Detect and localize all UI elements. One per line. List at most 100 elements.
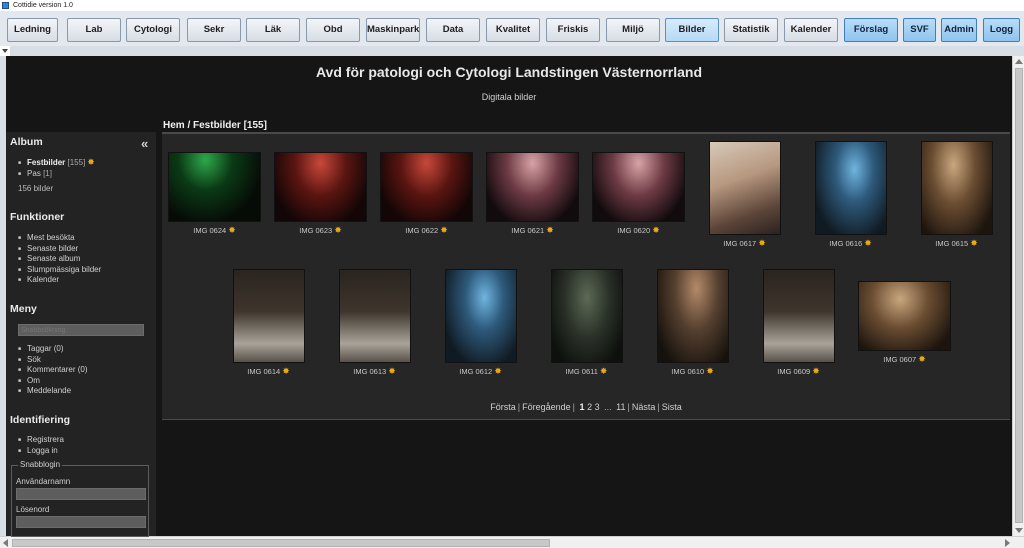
register-link[interactable]: Registrera <box>18 435 64 446</box>
nav-button-läk[interactable]: Läk <box>246 18 300 42</box>
breadcrumb[interactable]: Hem / Festbilder [155] <box>163 120 267 131</box>
menu-item[interactable]: Meddelande <box>18 386 88 397</box>
photo-caption[interactable]: IMG 0615 ✸ <box>921 238 993 249</box>
photo-caption[interactable]: IMG 0616 ✸ <box>815 238 887 249</box>
nav-button-logg[interactable]: Logg <box>983 18 1020 42</box>
photo-image[interactable] <box>592 152 685 222</box>
photo-image[interactable] <box>814 141 887 235</box>
pager-page-last[interactable]: 11 <box>616 402 625 412</box>
nav-button-friskis[interactable]: Friskis <box>546 18 600 42</box>
nav-button-kalender[interactable]: Kalender <box>784 18 838 42</box>
photo-thumbnail[interactable]: IMG 0613 ✸ <box>338 269 411 377</box>
nav-button-data[interactable]: Data <box>426 18 480 42</box>
photo-caption[interactable]: IMG 0617 ✸ <box>709 238 781 249</box>
photo-caption[interactable]: IMG 0609 ✸ <box>763 366 835 377</box>
nav-button-cytologi[interactable]: Cytologi <box>126 18 180 42</box>
nav-button-lab[interactable]: Lab <box>67 18 121 42</box>
photo-caption-text[interactable]: IMG 0610 <box>671 367 704 376</box>
photo-thumbnail[interactable]: IMG 0622 ✸ <box>380 152 473 236</box>
photo-caption[interactable]: IMG 0620 ✸ <box>592 225 685 236</box>
function-item[interactable]: Mest besökta <box>18 233 101 244</box>
menu-item[interactable]: Sök <box>18 355 88 366</box>
pager-first[interactable]: Första <box>490 402 516 412</box>
nav-button-förslag[interactable]: Förslag <box>844 18 898 42</box>
nav-button-kvalitet[interactable]: Kvalitet <box>486 18 540 42</box>
photo-caption-text[interactable]: IMG 0617 <box>723 239 756 248</box>
scroll-right-icon[interactable] <box>1005 539 1010 547</box>
photo-caption[interactable]: IMG 0624 ✸ <box>168 225 261 236</box>
vertical-scrollbar[interactable] <box>1012 56 1024 536</box>
photo-caption-text[interactable]: IMG 0623 <box>299 226 332 235</box>
nav-button-miljö[interactable]: Miljö <box>606 18 660 42</box>
photo-image[interactable] <box>656 269 729 363</box>
photo-caption[interactable]: IMG 0614 ✸ <box>233 366 305 377</box>
nav-button-ledning[interactable]: Ledning <box>7 18 58 42</box>
photo-thumbnail[interactable]: IMG 0612 ✸ <box>444 269 517 377</box>
photo-thumbnail[interactable]: IMG 0616 ✸ <box>814 141 887 249</box>
photo-thumbnail[interactable]: IMG 0621 ✸ <box>486 152 579 236</box>
album-item-pas[interactable]: Pas [1] <box>18 169 95 180</box>
photo-caption-text[interactable]: IMG 0613 <box>353 367 386 376</box>
photo-thumbnail[interactable]: IMG 0623 ✸ <box>274 152 367 236</box>
scroll-left-icon[interactable] <box>3 539 8 547</box>
photo-image[interactable] <box>168 152 261 222</box>
photo-caption-text[interactable]: IMG 0615 <box>935 239 968 248</box>
quicksearch-input[interactable] <box>18 324 144 336</box>
menu-item[interactable]: Kommentarer (0) <box>18 365 87 376</box>
photo-caption-text[interactable]: IMG 0624 <box>193 226 226 235</box>
photo-image[interactable] <box>708 141 781 235</box>
album-item-festbilder[interactable]: Festbilder [155]✸ <box>18 157 95 169</box>
photo-caption[interactable]: IMG 0621 ✸ <box>486 225 579 236</box>
photo-image[interactable] <box>858 281 951 351</box>
nav-button-svf[interactable]: SVF <box>903 18 936 42</box>
photo-caption-text[interactable]: IMG 0612 <box>459 367 492 376</box>
photo-image[interactable] <box>444 269 517 363</box>
pager-next[interactable]: Nästa <box>632 402 656 412</box>
photo-image[interactable] <box>920 141 993 235</box>
photo-image[interactable] <box>762 269 835 363</box>
photo-thumbnail[interactable]: IMG 0620 ✸ <box>592 152 685 236</box>
photo-caption-text[interactable]: IMG 0611 <box>566 367 598 376</box>
function-item[interactable]: Senaste bilder <box>18 244 101 255</box>
photo-thumbnail[interactable]: IMG 0614 ✸ <box>232 269 305 377</box>
dropdown-corner-icon[interactable] <box>0 46 10 56</box>
photo-caption[interactable]: IMG 0613 ✸ <box>339 366 411 377</box>
menu-item[interactable]: Taggar (0) <box>18 344 88 355</box>
photo-caption-text[interactable]: IMG 0609 <box>777 367 810 376</box>
nav-button-admin[interactable]: Admin <box>941 18 977 42</box>
photo-thumbnail[interactable]: IMG 0610 ✸ <box>656 269 729 377</box>
album-name[interactable]: Pas <box>27 169 41 178</box>
nav-button-statistik[interactable]: Statistik <box>724 18 778 42</box>
photo-caption[interactable]: IMG 0612 ✸ <box>445 366 517 377</box>
pager-prev[interactable]: Föregående <box>522 402 571 412</box>
photo-caption[interactable]: IMG 0607 ✸ <box>858 354 951 365</box>
nav-button-obd[interactable]: Obd <box>306 18 360 42</box>
collapse-sidebar-icon[interactable]: « <box>141 136 148 151</box>
album-name[interactable]: Festbilder <box>27 158 65 167</box>
pager-page-2[interactable]: 2 <box>587 402 592 412</box>
photo-thumbnail[interactable]: IMG 0611 ✸ <box>550 269 623 377</box>
photo-caption-text[interactable]: IMG 0621 <box>511 226 544 235</box>
photo-caption[interactable]: IMG 0610 ✸ <box>657 366 729 377</box>
nav-button-bilder[interactable]: Bilder <box>665 18 719 42</box>
photo-caption[interactable]: IMG 0622 ✸ <box>380 225 473 236</box>
nav-button-maskinpark[interactable]: Maskinpark <box>366 18 420 42</box>
username-field[interactable] <box>16 488 146 500</box>
photo-thumbnail[interactable]: IMG 0609 ✸ <box>762 269 835 377</box>
horizontal-scroll-thumb[interactable] <box>12 539 550 547</box>
scroll-down-icon[interactable] <box>1015 528 1023 533</box>
password-field[interactable] <box>16 516 146 528</box>
pager-page-3[interactable]: 3 <box>595 402 600 412</box>
photo-caption-text[interactable]: IMG 0607 <box>883 355 916 364</box>
horizontal-scrollbar[interactable] <box>0 536 1024 548</box>
photo-image[interactable] <box>338 269 411 363</box>
function-item[interactable]: Senaste album <box>18 254 101 265</box>
pager-last[interactable]: Sista <box>662 402 682 412</box>
photo-caption-text[interactable]: IMG 0622 <box>405 226 438 235</box>
function-item[interactable]: Kalender <box>18 275 101 286</box>
nav-button-sekr[interactable]: Sekr <box>187 18 241 42</box>
photo-image[interactable] <box>550 269 623 363</box>
vertical-scroll-thumb[interactable] <box>1015 68 1023 523</box>
function-item[interactable]: Slumpmässiga bilder <box>18 265 101 276</box>
login-link[interactable]: Logga in <box>18 446 64 457</box>
